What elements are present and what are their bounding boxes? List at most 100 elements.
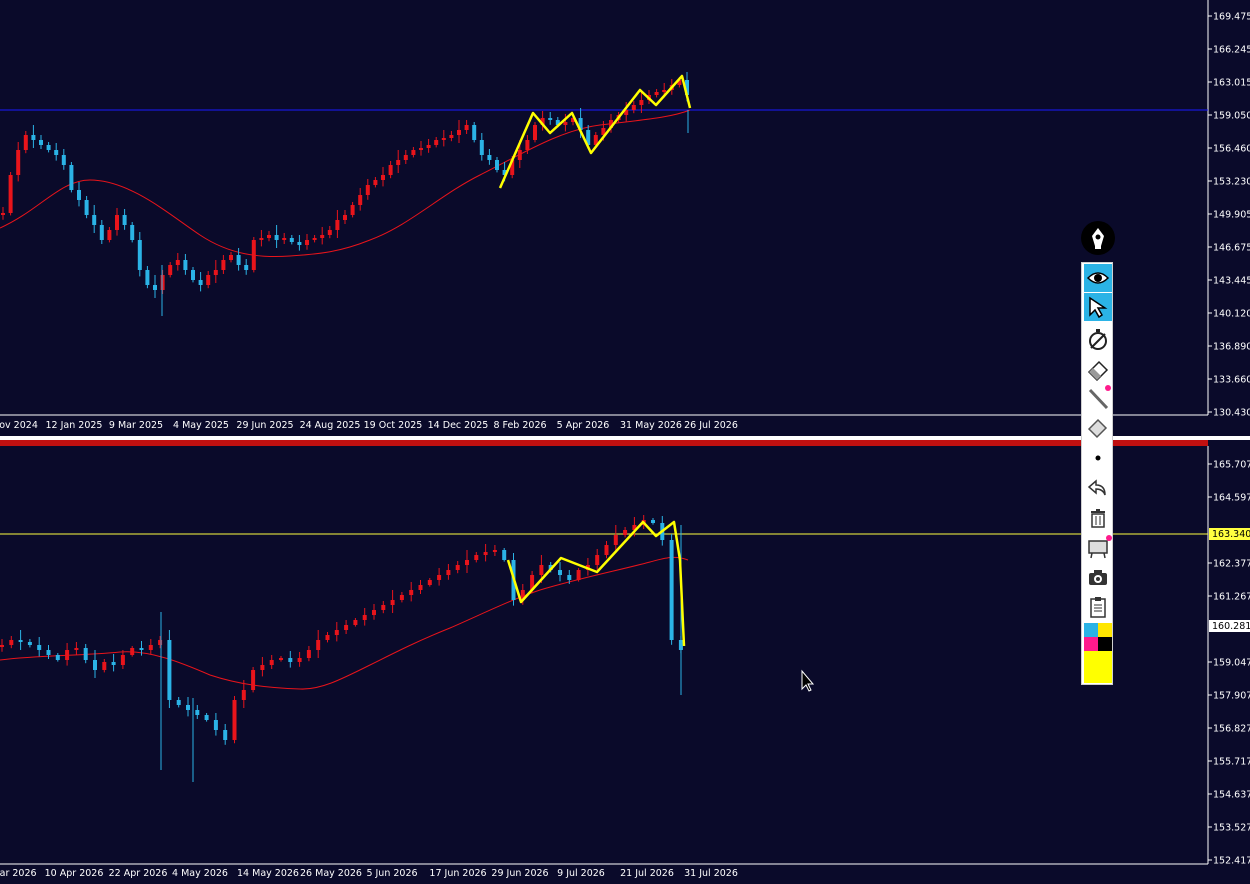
- time-tick-label: 10 Apr 2026: [45, 868, 104, 879]
- pen-icon[interactable]: [1081, 221, 1115, 255]
- candle-body: [479, 140, 484, 155]
- price-tick-label: 153.230: [1213, 177, 1250, 188]
- candle-body: [204, 715, 209, 720]
- candle-body: [434, 140, 439, 145]
- current-color-swatch[interactable]: [1084, 651, 1112, 683]
- highlighter-icon[interactable]: [1084, 414, 1112, 442]
- candle-body: [102, 662, 107, 670]
- candle-body: [623, 530, 628, 535]
- time-tick-label: 17 Jun 2026: [429, 868, 486, 879]
- candle-body: [191, 270, 195, 280]
- candle-body: [305, 240, 309, 245]
- eraser-icon[interactable]: [1084, 355, 1112, 383]
- trash-icon[interactable]: [1084, 504, 1112, 532]
- time-tick-label: 31 Jul 2026: [684, 868, 738, 879]
- cursor-icon[interactable]: [1084, 293, 1112, 321]
- candle-body: [107, 230, 112, 240]
- undo-icon[interactable]: [1084, 474, 1112, 502]
- candle-body: [372, 610, 376, 615]
- candle-body: [92, 215, 97, 225]
- candle-body: [613, 535, 618, 545]
- candle-body: [93, 660, 97, 670]
- candle-body: [457, 130, 461, 135]
- candle-body: [115, 215, 119, 230]
- candle-body: [483, 552, 488, 555]
- candle-body: [595, 555, 600, 565]
- candle-body: [259, 238, 264, 240]
- candle-body: [297, 242, 302, 245]
- candle-body: [437, 575, 442, 580]
- candle-body: [183, 260, 188, 270]
- candle-body: [221, 260, 226, 270]
- candle-body: [362, 615, 367, 620]
- candle-body: [282, 238, 287, 240]
- color-swatch-cyan[interactable]: [1084, 623, 1098, 637]
- price-tick-label: 130.430: [1213, 408, 1250, 419]
- price-tick-label: 140.120: [1213, 309, 1250, 320]
- color-palette[interactable]: [1084, 623, 1112, 683]
- candle-body: [244, 265, 249, 270]
- candle-body: [558, 570, 562, 575]
- candle-body: [365, 185, 370, 195]
- pane-separator[interactable]: [0, 436, 1250, 440]
- candle-body: [381, 175, 385, 180]
- candle-body: [260, 665, 265, 670]
- candle-body: [251, 240, 256, 270]
- price-tick-label: 157.907: [1213, 691, 1250, 702]
- price-tick-label: 146.675: [1213, 243, 1250, 254]
- candle-body: [145, 270, 150, 285]
- candle-body: [411, 150, 416, 155]
- candle-body: [525, 140, 530, 150]
- time-tick-label: 9 Jul 2026: [557, 868, 605, 879]
- candle-body: [487, 155, 492, 160]
- candle-body: [474, 555, 479, 560]
- candle-body: [604, 545, 609, 555]
- chart-window[interactable]: 169.475 166.245 163.015 159.050 156.460 153.2…: [0, 0, 1250, 884]
- eye-icon[interactable]: [1084, 264, 1112, 292]
- candle-body: [39, 140, 43, 145]
- time-tick-label: 5 Jun 2026: [366, 868, 417, 879]
- price-tick-label: 153.527: [1213, 823, 1250, 834]
- time-tick-label: 22 Apr 2026: [109, 868, 168, 879]
- price-tick-label: 161.267: [1213, 592, 1250, 603]
- candle-body: [61, 155, 66, 165]
- current-price-label: 163.340: [1212, 529, 1250, 540]
- candle-body: [46, 145, 51, 150]
- candle-body: [31, 135, 36, 140]
- candle-body: [167, 640, 172, 700]
- candle-body: [418, 585, 423, 590]
- price-tick-label: 154.637: [1213, 790, 1250, 801]
- candle-body: [251, 670, 256, 690]
- candle-body: [0, 645, 4, 647]
- color-swatch-yellow[interactable]: [1098, 623, 1112, 637]
- price-tick-label: 159.047: [1213, 658, 1250, 669]
- camera-icon[interactable]: [1084, 564, 1112, 592]
- time-tick-label: Mar 2026: [0, 868, 37, 879]
- bottom-time-scale: Mar 2026 10 Apr 2026 22 Apr 2026 4 May 2026…: [0, 868, 738, 879]
- price-tick-label: 156.827: [1213, 724, 1250, 735]
- color-swatch-magenta[interactable]: [1084, 637, 1098, 651]
- candle-body: [84, 200, 89, 215]
- candle-body: [465, 560, 469, 565]
- candle-body: [213, 720, 218, 730]
- candle-body: [548, 118, 553, 120]
- clipboard-icon[interactable]: [1084, 593, 1112, 621]
- candle-body: [334, 630, 339, 635]
- candle-body: [297, 658, 302, 662]
- price-tick-label: 133.660: [1213, 375, 1250, 386]
- candle-body: [279, 658, 283, 660]
- candle-body: [381, 605, 386, 610]
- candle-body: [54, 150, 59, 155]
- time-tick-label: 12 Jan 2025: [46, 420, 103, 431]
- color-swatch-black[interactable]: [1098, 637, 1112, 651]
- board-color-dot: [1106, 535, 1112, 541]
- stopwatch-icon[interactable]: [1084, 325, 1112, 353]
- pane-separator-red: [0, 440, 1208, 446]
- dot-icon[interactable]: [1084, 444, 1112, 472]
- time-tick-label: 24 Aug 2025: [300, 420, 361, 431]
- candle-body: [495, 160, 499, 170]
- candle-body: [83, 648, 88, 660]
- candle-body: [23, 135, 28, 150]
- candle-body: [502, 550, 507, 560]
- candle-body: [69, 165, 74, 190]
